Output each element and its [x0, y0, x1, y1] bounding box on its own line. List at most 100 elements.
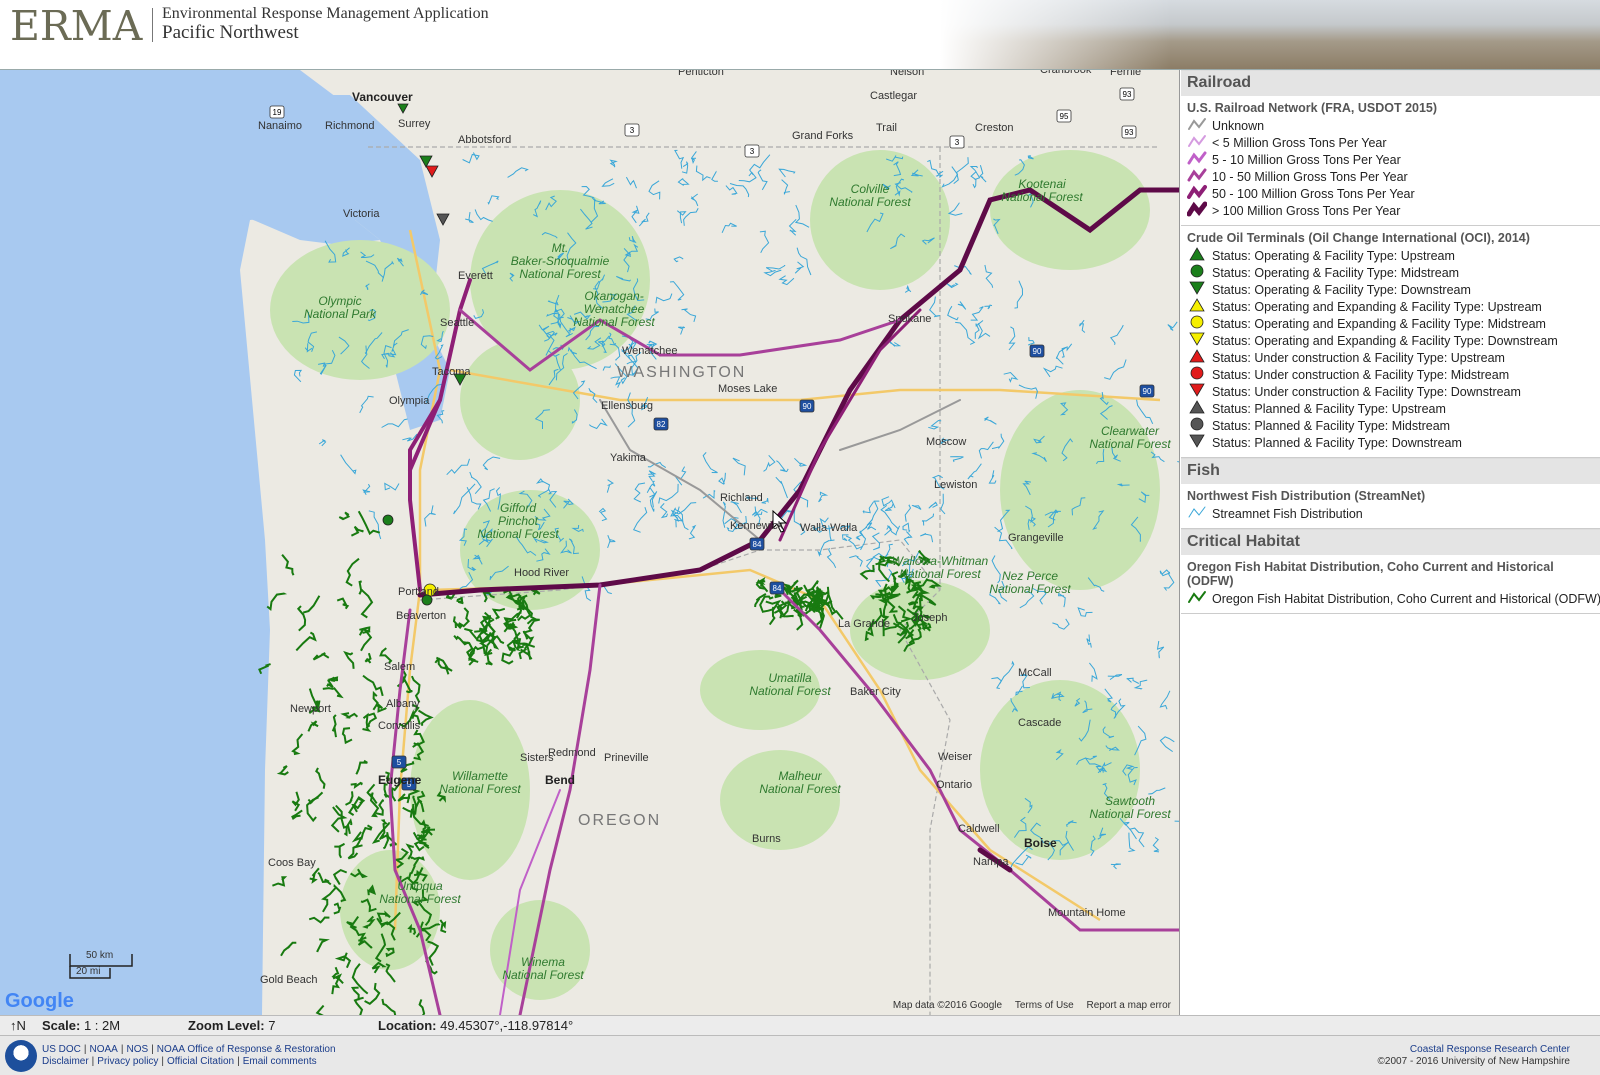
park-label-winema: Winema National Forest: [502, 955, 584, 982]
place-label-penticton: Penticton: [678, 70, 724, 78]
scale-km-label: 50 km: [86, 950, 114, 961]
legend-heading[interactable]: Critical Habitat: [1181, 529, 1600, 555]
app-header: ERMA Environmental Response Management A…: [0, 0, 1600, 70]
highway-shield-84: 84: [749, 537, 765, 551]
place-label-moscow: Moscow: [926, 436, 967, 448]
park-label-olympic: Olympic National Park: [303, 294, 377, 321]
highway-shield-3: 3: [744, 144, 760, 158]
legend-heading[interactable]: Fish: [1181, 458, 1600, 484]
place-label-cascade: Cascade: [1018, 717, 1062, 729]
legend-section: Fish Northwest Fish Distribution (StreamN…: [1181, 458, 1600, 529]
legend-item-label: Status: Operating & Facility Type: Upstr…: [1212, 248, 1455, 263]
legend-layer-title[interactable]: Northwest Fish Distribution (StreamNet): [1181, 484, 1600, 505]
legend-item-label: > 100 Million Gross Tons Per Year: [1212, 203, 1401, 218]
legend-item: Status: Under construction & Facility Ty…: [1181, 383, 1600, 400]
terminal-midstream-operating[interactable]: [382, 514, 394, 526]
legend-item: Status: Operating & Facility Type: Upstr…: [1181, 247, 1600, 264]
legend-item: Unknown: [1181, 117, 1600, 134]
place-label-vancouver: Vancouver: [352, 90, 413, 104]
report-map-error-link[interactable]: Report a map error: [1087, 1000, 1171, 1011]
place-label-richland: Richland: [720, 492, 763, 504]
erma-logo[interactable]: ERMA: [10, 2, 142, 50]
park-label-nezperce: Nez Perce National Forest: [989, 569, 1071, 596]
legend-layer-title[interactable]: U.S. Railroad Network (FRA, USDOT 2015): [1181, 96, 1600, 117]
svg-text:90: 90: [1033, 347, 1042, 356]
park-label-gifford: Gifford Pinchot National Forest: [477, 501, 559, 541]
page-footer: US DOC | NOAA | NOS | NOAA Office of Response …: [0, 1035, 1600, 1075]
place-label-boise: Boise: [1024, 836, 1057, 850]
legend-item: Status: Planned & Facility Type: Downstr…: [1181, 434, 1600, 451]
place-label-hoodriver: Hood River: [514, 567, 570, 579]
legend-item: Status: Planned & Facility Type: Upstrea…: [1181, 400, 1600, 417]
place-label-nanaimo: Nanaimo: [258, 120, 303, 132]
legend-item-label: Oregon Fish Habitat Distribution, Coho C…: [1212, 591, 1600, 606]
legend-heading[interactable]: Railroad: [1181, 70, 1600, 96]
nos-link[interactable]: NOS: [126, 1044, 148, 1055]
legend-section: Crude Oil Terminals (Oil Change Internat…: [1181, 226, 1600, 458]
place-label-goldbeach: Gold Beach: [260, 974, 318, 986]
copyright-text: ©2007 - 2016 University of New Hampshire: [1377, 1056, 1570, 1067]
crrc-link[interactable]: Coastal Response Research Center: [1410, 1044, 1570, 1055]
noaa-logo-icon[interactable]: [5, 1040, 37, 1072]
highway-shield-3: 3: [624, 123, 640, 137]
legend-item: Status: Planned & Facility Type: Midstre…: [1181, 417, 1600, 434]
privacy-policy-link[interactable]: Privacy policy: [97, 1056, 158, 1067]
legend-item: Oregon Fish Habitat Distribution, Coho C…: [1181, 590, 1600, 607]
place-label-yakima: Yakima: [610, 452, 646, 464]
place-label-everett: Everett: [458, 270, 493, 282]
place-label-joseph: Joseph: [912, 612, 948, 624]
ocean-response-link[interactable]: NOAA Office of Response & Restoration: [157, 1044, 336, 1055]
google-logo[interactable]: Google: [5, 990, 74, 1013]
svg-text:95: 95: [1060, 112, 1069, 121]
park-label-okanogan: Okanogan-Wenatchee National Forest: [573, 289, 655, 329]
highway-shield-90: 90: [799, 399, 815, 413]
svg-text:90: 90: [803, 402, 812, 411]
footer-info-links: Disclaimer | Privacy policy | Official Citat…: [42, 1056, 317, 1067]
place-label-kennewick: Kennewick: [730, 520, 784, 532]
place-label-wenatchee: Wenatchee: [622, 345, 678, 357]
park-label-baker: Mt. Baker-Snoqualmie National Forest: [510, 241, 610, 281]
terms-of-use-link[interactable]: Terms of Use: [1015, 1000, 1074, 1011]
zoom-value: 7: [268, 1018, 276, 1033]
official-citation-link[interactable]: Official Citation: [167, 1056, 234, 1067]
scale-value: 1 : 2M: [83, 1018, 121, 1033]
legend-item: Status: Operating and Expanding & Facili…: [1181, 332, 1600, 349]
us-doc-link[interactable]: US DOC: [42, 1044, 81, 1055]
region-title: Pacific Northwest: [162, 22, 299, 43]
header-photo-banner: [940, 0, 1600, 69]
zoom-label: Zoom Level:: [188, 1018, 265, 1033]
park-label-clearwater: Clearwater National Forest: [1089, 424, 1171, 451]
place-label-richmond: Richmond: [325, 120, 375, 132]
legend-item: < 5 Million Gross Tons Per Year: [1181, 134, 1600, 151]
legend-item: Streamnet Fish Distribution: [1181, 505, 1600, 522]
svg-text:3: 3: [750, 147, 755, 156]
legend-layer-title[interactable]: Crude Oil Terminals (Oil Change Internat…: [1181, 226, 1600, 247]
place-label-fernie: Fernie: [1110, 70, 1142, 78]
location-value: 49.45307°,-118.97814°: [440, 1018, 574, 1033]
place-label-bakercity: Baker City: [850, 686, 901, 698]
legend-item: 50 - 100 Million Gross Tons Per Year: [1181, 185, 1600, 202]
place-label-nampa: Nampa: [973, 856, 1009, 868]
place-label-caldwell: Caldwell: [958, 823, 1000, 835]
place-label-portland: Portland: [398, 586, 439, 598]
disclaimer-link[interactable]: Disclaimer: [42, 1056, 89, 1067]
highway-shield-90: 90: [1139, 384, 1155, 398]
place-label-seattle: Seattle: [440, 317, 475, 329]
noaa-link[interactable]: NOAA: [90, 1044, 118, 1055]
place-label-lewiston: Lewiston: [934, 479, 978, 491]
legend-item-label: Status: Operating and Expanding & Facili…: [1212, 333, 1558, 348]
map-graphics[interactable]: 1933395939390909082848455: [0, 70, 1180, 1015]
park-label-umpqua: Umpqua National Forest: [379, 879, 461, 906]
map-data-credit: Map data ©2016 Google: [892, 1000, 1003, 1011]
legend-item: Status: Operating & Facility Type: Downs…: [1181, 281, 1600, 298]
legend-item: Status: Operating & Facility Type: Midst…: [1181, 264, 1600, 281]
legend-item-label: Status: Under construction & Facility Ty…: [1212, 384, 1521, 399]
legend-item: Status: Operating and Expanding & Facili…: [1181, 315, 1600, 332]
legend-layer-title[interactable]: Oregon Fish Habitat Distribution, Coho C…: [1181, 555, 1600, 590]
email-comments-link[interactable]: Email comments: [243, 1056, 317, 1067]
map-canvas[interactable]: 19 3 3 3 95 93 93 90 90 90 82 84 84 5 5 Vancouver Nanai…: [0, 70, 1180, 1015]
svg-text:82: 82: [657, 420, 666, 429]
svg-text:5: 5: [397, 758, 402, 767]
svg-text:3: 3: [630, 126, 635, 135]
park-label-sawtooth: Sawtooth National Forest: [1089, 794, 1171, 821]
